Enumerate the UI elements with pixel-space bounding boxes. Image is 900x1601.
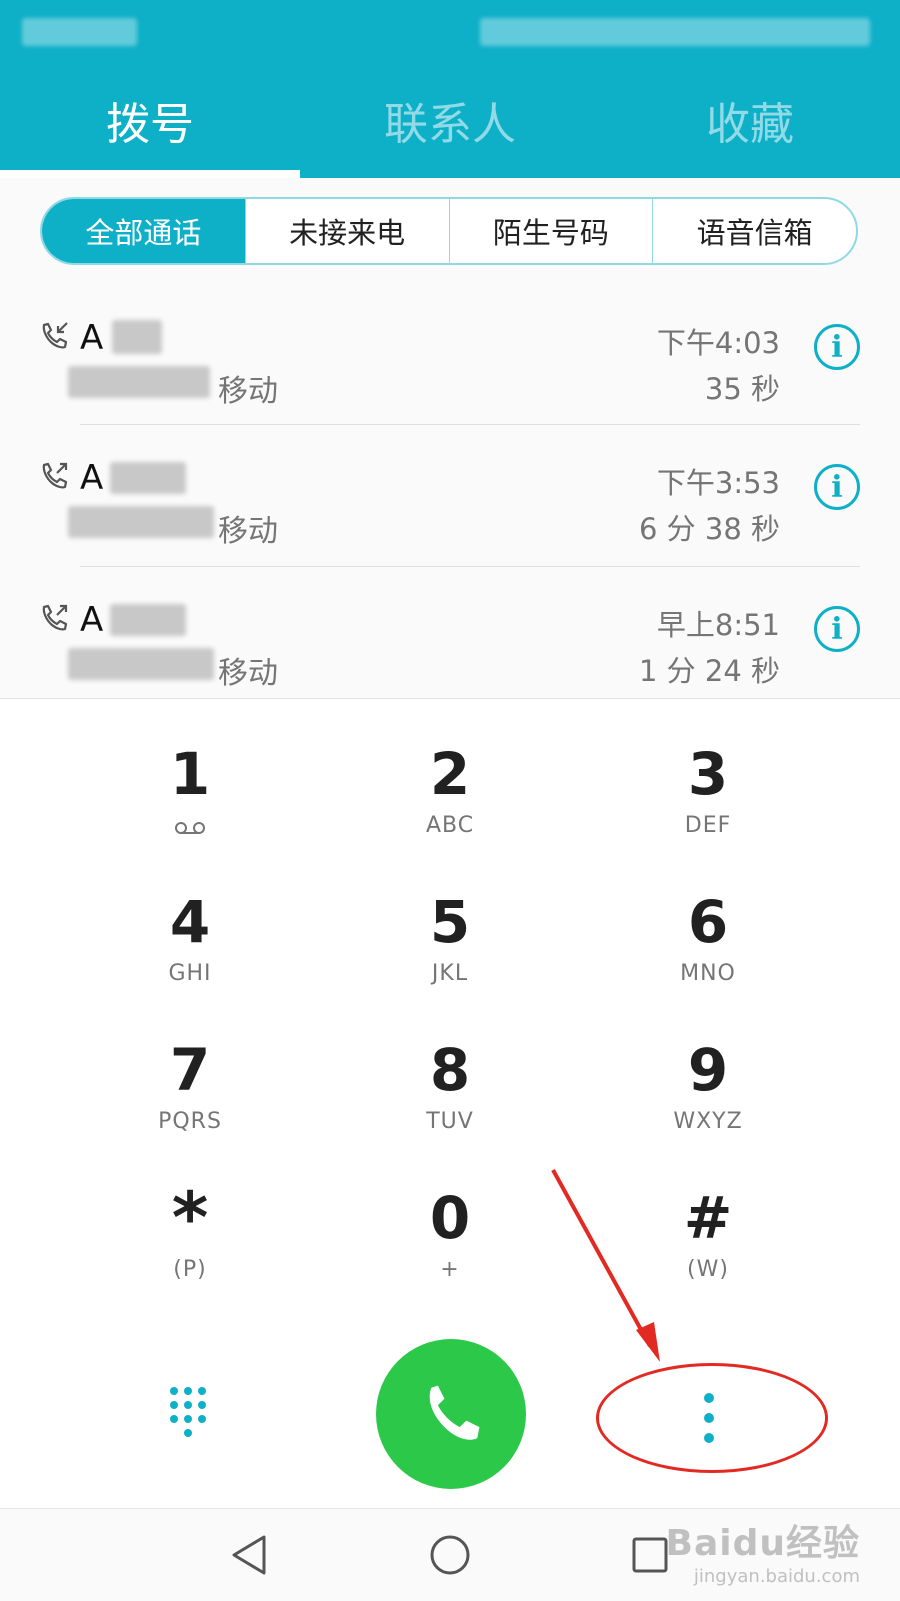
home-icon[interactable]	[426, 1531, 474, 1579]
watermark: Baidu经验 jingyan.baidu.com	[666, 1514, 860, 1587]
watermark-brand: Baidu经验	[665, 1523, 860, 1564]
annotation-arrow	[551, 1169, 660, 1362]
watermark-url: jingyan.baidu.com	[693, 1566, 860, 1587]
back-icon[interactable]	[226, 1531, 274, 1579]
